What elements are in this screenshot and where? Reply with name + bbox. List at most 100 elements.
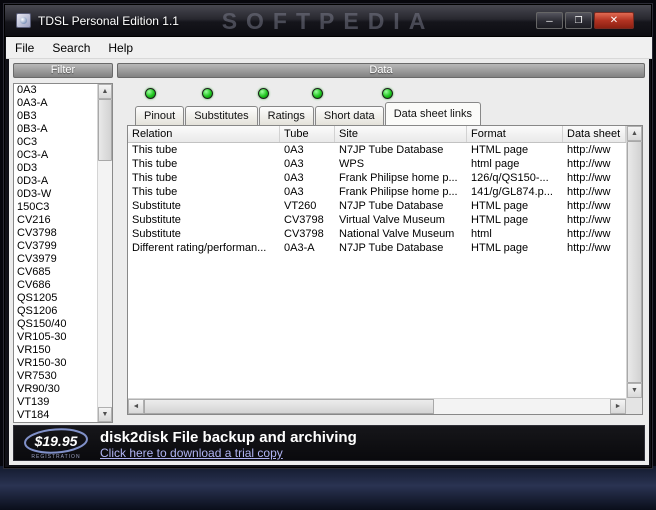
- scrollbar-corner: [626, 398, 642, 414]
- tab-short-data[interactable]: Short data: [314, 106, 384, 125]
- menu-file[interactable]: File: [6, 39, 43, 57]
- filter-list-item[interactable]: 0B3: [14, 110, 97, 123]
- table-cell: N7JP Tube Database: [339, 200, 444, 212]
- scrollbar-thumb[interactable]: [144, 399, 434, 414]
- filter-list-item[interactable]: VR7530: [14, 370, 97, 383]
- filter-list-item[interactable]: 0D3: [14, 162, 97, 175]
- close-button[interactable]: ✕: [594, 12, 634, 29]
- table-cell: N7JP Tube Database: [339, 242, 444, 254]
- data-pane-header: Data: [117, 63, 645, 78]
- status-led-icon: [312, 88, 323, 99]
- banner-download-link[interactable]: Click here to download a trial copy: [100, 446, 283, 460]
- table-cell: HTML page: [471, 200, 529, 212]
- table-cell: This tube: [132, 158, 178, 170]
- scroll-down-button[interactable]: ▼: [627, 383, 642, 398]
- table-cell: CV3798: [284, 228, 324, 240]
- column-header[interactable]: Site: [335, 126, 467, 142]
- filter-list-item[interactable]: QS1205: [14, 292, 97, 305]
- scroll-up-button[interactable]: ▲: [98, 84, 112, 99]
- banner-title: disk2disk File backup and archiving: [100, 429, 357, 446]
- filter-list-item[interactable]: 0C3: [14, 136, 97, 149]
- column-header[interactable]: Relation: [128, 126, 280, 142]
- tab-substitutes[interactable]: Substitutes: [185, 106, 258, 125]
- led-row: [127, 88, 647, 101]
- title-bar[interactable]: SOFTPEDIA TDSL Personal Edition 1.1 ─ ❐ …: [5, 5, 651, 37]
- minimize-button[interactable]: ─: [536, 12, 563, 29]
- table-cell: 0A3: [284, 172, 304, 184]
- filter-list-item[interactable]: QS150/40: [14, 318, 97, 331]
- arrow-up-icon: ▲: [101, 88, 109, 95]
- scroll-down-button[interactable]: ▼: [98, 407, 112, 422]
- table-cell: N7JP Tube Database: [339, 144, 444, 156]
- tab-ratings[interactable]: Ratings: [258, 106, 314, 125]
- filter-list-item[interactable]: VT184: [14, 409, 97, 422]
- arrow-right-icon: ►: [614, 403, 622, 410]
- table-cell: http://ww: [567, 186, 611, 198]
- column-header[interactable]: Tube: [280, 126, 335, 142]
- filter-list-item[interactable]: VR150: [14, 344, 97, 357]
- filter-list-item[interactable]: VR150-30: [14, 357, 97, 370]
- scroll-left-button[interactable]: ◄: [128, 399, 144, 414]
- table-cell: Frank Philipse home p...: [339, 186, 458, 198]
- table-row[interactable]: Different rating/performan... 0A3-A N7JP T…: [128, 241, 626, 255]
- filter-list-item[interactable]: CV685: [14, 266, 97, 279]
- table-cell: http://ww: [567, 158, 611, 170]
- table-row[interactable]: This tube 0A3 WPS html page http://ww: [128, 157, 626, 171]
- table-cell: http://ww: [567, 200, 611, 212]
- filter-list-item[interactable]: 0A3: [14, 84, 97, 97]
- maximize-button[interactable]: ❐: [565, 12, 592, 29]
- filter-list-item[interactable]: 0C3-A: [14, 149, 97, 162]
- status-led-icon: [145, 88, 156, 99]
- filter-list-item[interactable]: 150C3: [14, 201, 97, 214]
- scrollbar-thumb[interactable]: [627, 141, 642, 383]
- table-row[interactable]: This tube 0A3 N7JP Tube Database HTML page h…: [128, 143, 626, 157]
- filter-list-scrollbar[interactable]: ▲ ▼: [97, 84, 112, 422]
- menu-search[interactable]: Search: [43, 39, 99, 57]
- filter-list-item[interactable]: VT139: [14, 396, 97, 409]
- tab-pinout[interactable]: Pinout: [135, 106, 185, 125]
- table-vertical-scrollbar[interactable]: ▲ ▼: [626, 126, 642, 398]
- table-cell: Substitute: [132, 228, 181, 240]
- table-cell: 0A3: [284, 144, 304, 156]
- app-window: SOFTPEDIA TDSL Personal Edition 1.1 ─ ❐ …: [4, 4, 652, 468]
- table-cell: 0A3: [284, 158, 304, 170]
- data-sheet-links-table: Relation Tube Site Format Data sheet This tu…: [127, 125, 643, 415]
- menu-help[interactable]: Help: [99, 39, 142, 57]
- filter-list-item[interactable]: 0D3-A: [14, 175, 97, 188]
- table-row[interactable]: Substitute CV3798 Virtual Valve Museum HTML…: [128, 213, 626, 227]
- table-cell: VT260: [284, 200, 317, 212]
- column-header[interactable]: Format: [467, 126, 563, 142]
- tab-data-sheet-links[interactable]: Data sheet links: [384, 102, 481, 125]
- filter-list-item[interactable]: QS1206: [14, 305, 97, 318]
- filter-list-item[interactable]: CV216: [14, 214, 97, 227]
- table-row[interactable]: Substitute CV3798 National Valve Museum htm…: [128, 227, 626, 241]
- table-horizontal-scrollbar[interactable]: ◄ ►: [128, 398, 626, 414]
- filter-list-item[interactable]: CV3979: [14, 253, 97, 266]
- price-subtext: REGISTRATION: [31, 454, 80, 460]
- filter-list-item[interactable]: 0D3-W: [14, 188, 97, 201]
- maximize-icon: ❐: [574, 15, 583, 25]
- filter-list-item[interactable]: 0B3-A: [14, 123, 97, 136]
- filter-list-item[interactable]: VR90/30: [14, 383, 97, 396]
- column-header[interactable]: Data sheet: [563, 126, 626, 142]
- arrow-up-icon: ▲: [631, 130, 638, 137]
- filter-list-item[interactable]: VR105-30: [14, 331, 97, 344]
- status-led-icon: [382, 88, 393, 99]
- filter-list-item[interactable]: CV3798: [14, 227, 97, 240]
- table-row[interactable]: This tube 0A3 Frank Philipse home p... 126/…: [128, 171, 626, 185]
- filter-list-item[interactable]: 0A3-A: [14, 97, 97, 110]
- table-row[interactable]: This tube 0A3 Frank Philipse home p... 141/…: [128, 185, 626, 199]
- table-cell: HTML page: [471, 214, 529, 226]
- filter-pane-header: Filter: [13, 63, 113, 78]
- filter-list-item[interactable]: CV3799: [14, 240, 97, 253]
- scroll-right-button[interactable]: ►: [610, 399, 626, 414]
- table-cell: Substitute: [132, 214, 181, 226]
- ad-banner[interactable]: $19.95 REGISTRATION disk2disk File backu…: [13, 425, 645, 461]
- close-icon: ✕: [609, 15, 619, 26]
- table-row[interactable]: Substitute VT260 N7JP Tube Database HTML pa…: [128, 199, 626, 213]
- filter-list-item[interactable]: CV686: [14, 279, 97, 292]
- status-led-icon: [202, 88, 213, 99]
- table-cell: Frank Philipse home p...: [339, 172, 458, 184]
- scrollbar-thumb[interactable]: [98, 99, 112, 161]
- scroll-up-button[interactable]: ▲: [627, 126, 642, 141]
